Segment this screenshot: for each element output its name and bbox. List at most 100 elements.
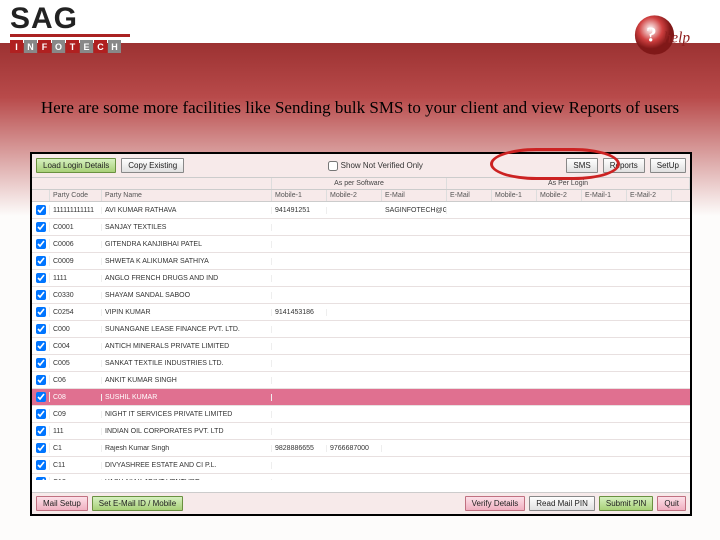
cell: AVI KUMAR RATHAVA <box>102 207 272 214</box>
row-checkbox[interactable] <box>36 375 46 385</box>
col-mobile1b: Mobile-1 <box>492 190 537 201</box>
cell: C004 <box>50 343 102 350</box>
table-row[interactable]: C005SANKAT TEXTILE INDUSTRIES LTD. <box>32 355 690 372</box>
row-checkbox[interactable] <box>36 426 46 436</box>
cell: C0006 <box>50 241 102 248</box>
reports-button[interactable]: Reports <box>603 158 645 173</box>
row-checkbox[interactable] <box>36 273 46 283</box>
table-row[interactable]: 111INDIAN OIL CORPORATES PVT. LTD <box>32 423 690 440</box>
infotech-letter: N <box>24 40 37 53</box>
cell: NIGHT IT SERVICES PRIVATE LIMITED <box>102 411 272 418</box>
show-not-verified-checkbox[interactable]: Show Not Verified Only <box>328 161 423 171</box>
cell <box>32 307 50 317</box>
setup-button[interactable]: SetUp <box>650 158 686 173</box>
col-mobile2b: Mobile-2 <box>537 190 582 201</box>
cell: 9828886655 <box>272 445 327 452</box>
read-mail-pin-button[interactable]: Read Mail PIN <box>529 496 595 511</box>
cell <box>32 460 50 470</box>
cell: C005 <box>50 360 102 367</box>
cell: 9141453186 <box>272 309 327 316</box>
row-checkbox[interactable] <box>36 307 46 317</box>
group-login: As Per Login <box>447 178 690 189</box>
row-checkbox[interactable] <box>36 460 46 470</box>
col-email1b: E-Mail-1 <box>582 190 627 201</box>
group-header-row: As per Software As Per Login <box>32 178 690 190</box>
cell <box>32 222 50 232</box>
cell: C0330 <box>50 292 102 299</box>
row-checkbox[interactable] <box>36 290 46 300</box>
load-login-button[interactable]: Load Login Details <box>36 158 116 173</box>
row-checkbox[interactable] <box>36 222 46 232</box>
row-checkbox[interactable] <box>36 477 46 480</box>
cell: 1111 <box>50 275 102 282</box>
table-row[interactable]: 111111111111AVI KUMAR RATHAVA941491251 SA… <box>32 202 690 219</box>
table-row[interactable]: C000SUNANGANE LEASE FINANCE PVT. LTD. <box>32 321 690 338</box>
cell: SAGINFOTECH@GMAIL. <box>382 207 447 214</box>
row-checkbox[interactable] <box>36 324 46 334</box>
mail-setup-button[interactable]: Mail Setup <box>36 496 88 511</box>
cell: SANKAT TEXTILE INDUSTRIES LTD. <box>102 360 272 367</box>
cell: 111111111111 <box>50 207 102 214</box>
cell: C000 <box>50 326 102 333</box>
infotech-letter: F <box>38 40 51 53</box>
cell: 941491251 <box>272 207 327 214</box>
table-row[interactable]: C0330SHAYAM SANDAL SABOO <box>32 287 690 304</box>
table-row[interactable]: C11DIVYASHREE ESTATE AND CI P.L. <box>32 457 690 474</box>
verify-details-button[interactable]: Verify Details <box>465 496 526 511</box>
cell: C0254 <box>50 309 102 316</box>
quit-button[interactable]: Quit <box>657 496 686 511</box>
table-row[interactable]: C0001SANJAY TEXTILES <box>32 219 690 236</box>
cell: SHAYAM SANDAL SABOO <box>102 292 272 299</box>
cell: SANJAY TEXTILES <box>102 224 272 231</box>
cell <box>32 324 50 334</box>
table-row[interactable]: C09NIGHT IT SERVICES PRIVATE LIMITED <box>32 406 690 423</box>
table-row[interactable]: C12YASH-NIAK JOINT VENTURE <box>32 474 690 480</box>
cell: SUNANGANE LEASE FINANCE PVT. LTD. <box>102 326 272 333</box>
table-row[interactable]: C06ANKIT KUMAR SINGH <box>32 372 690 389</box>
row-checkbox[interactable] <box>36 409 46 419</box>
cell: GITENDRA KANJIBHAI PATEL <box>102 241 272 248</box>
row-checkbox[interactable] <box>36 358 46 368</box>
submit-pin-button[interactable]: Submit PIN <box>599 496 653 511</box>
slide-header: SAG INFOTECH ? help <box>0 0 720 90</box>
table-row[interactable]: C08SUSHIL KUMAR <box>32 389 690 406</box>
cell <box>32 443 50 453</box>
data-grid[interactable]: 111111111111AVI KUMAR RATHAVA941491251 SA… <box>32 202 690 480</box>
table-row[interactable]: C0254VIPIN KUMAR9141453186 <box>32 304 690 321</box>
copy-existing-button[interactable]: Copy Existing <box>121 158 184 173</box>
row-checkbox[interactable] <box>36 256 46 266</box>
show-not-verified-label: Show Not Verified Only <box>341 161 423 170</box>
cell <box>32 392 50 402</box>
table-row[interactable]: C0006GITENDRA KANJIBHAI PATEL <box>32 236 690 253</box>
row-checkbox[interactable] <box>36 341 46 351</box>
infotech-strip: INFOTECH <box>10 40 130 53</box>
app-window: Load Login Details Copy Existing Show No… <box>30 152 692 516</box>
row-checkbox[interactable] <box>36 239 46 249</box>
cell: SUSHIL KUMAR <box>102 394 272 401</box>
cell: INDIAN OIL CORPORATES PVT. LTD <box>102 428 272 435</box>
cell <box>32 273 50 283</box>
table-row[interactable]: C004ANTICH MINERALS PRIVATE LIMITED <box>32 338 690 355</box>
col-party-code: Party Code <box>50 190 102 201</box>
bottom-toolbar: Mail Setup Set E-Mail ID / Mobile Verify… <box>32 492 690 514</box>
cell: C08 <box>50 394 102 401</box>
sms-button[interactable]: SMS <box>566 158 597 173</box>
cell: C09 <box>50 411 102 418</box>
cell: C0001 <box>50 224 102 231</box>
infotech-letter: C <box>94 40 107 53</box>
subtitle-text: Here are some more facilities like Sendi… <box>0 98 720 118</box>
table-row[interactable]: C0009SHWETA K ALIKUMAR SATHIYA <box>32 253 690 270</box>
table-row[interactable]: C1Rajesh Kumar Singh98288866559766687000 <box>32 440 690 457</box>
row-checkbox[interactable] <box>36 392 46 402</box>
table-row[interactable]: 1111ANGLO FRENCH DRUGS AND IND <box>32 270 690 287</box>
cell <box>32 477 50 480</box>
cell <box>32 290 50 300</box>
row-checkbox[interactable] <box>36 443 46 453</box>
set-email-mobile-button[interactable]: Set E-Mail ID / Mobile <box>92 496 183 511</box>
cell: C0009 <box>50 258 102 265</box>
help-icon: ? help <box>630 10 700 60</box>
cell: C11 <box>50 462 102 469</box>
col-mobile1: Mobile-1 <box>272 190 327 201</box>
row-checkbox[interactable] <box>36 205 46 215</box>
col-email2b: E-Mail-2 <box>627 190 672 201</box>
